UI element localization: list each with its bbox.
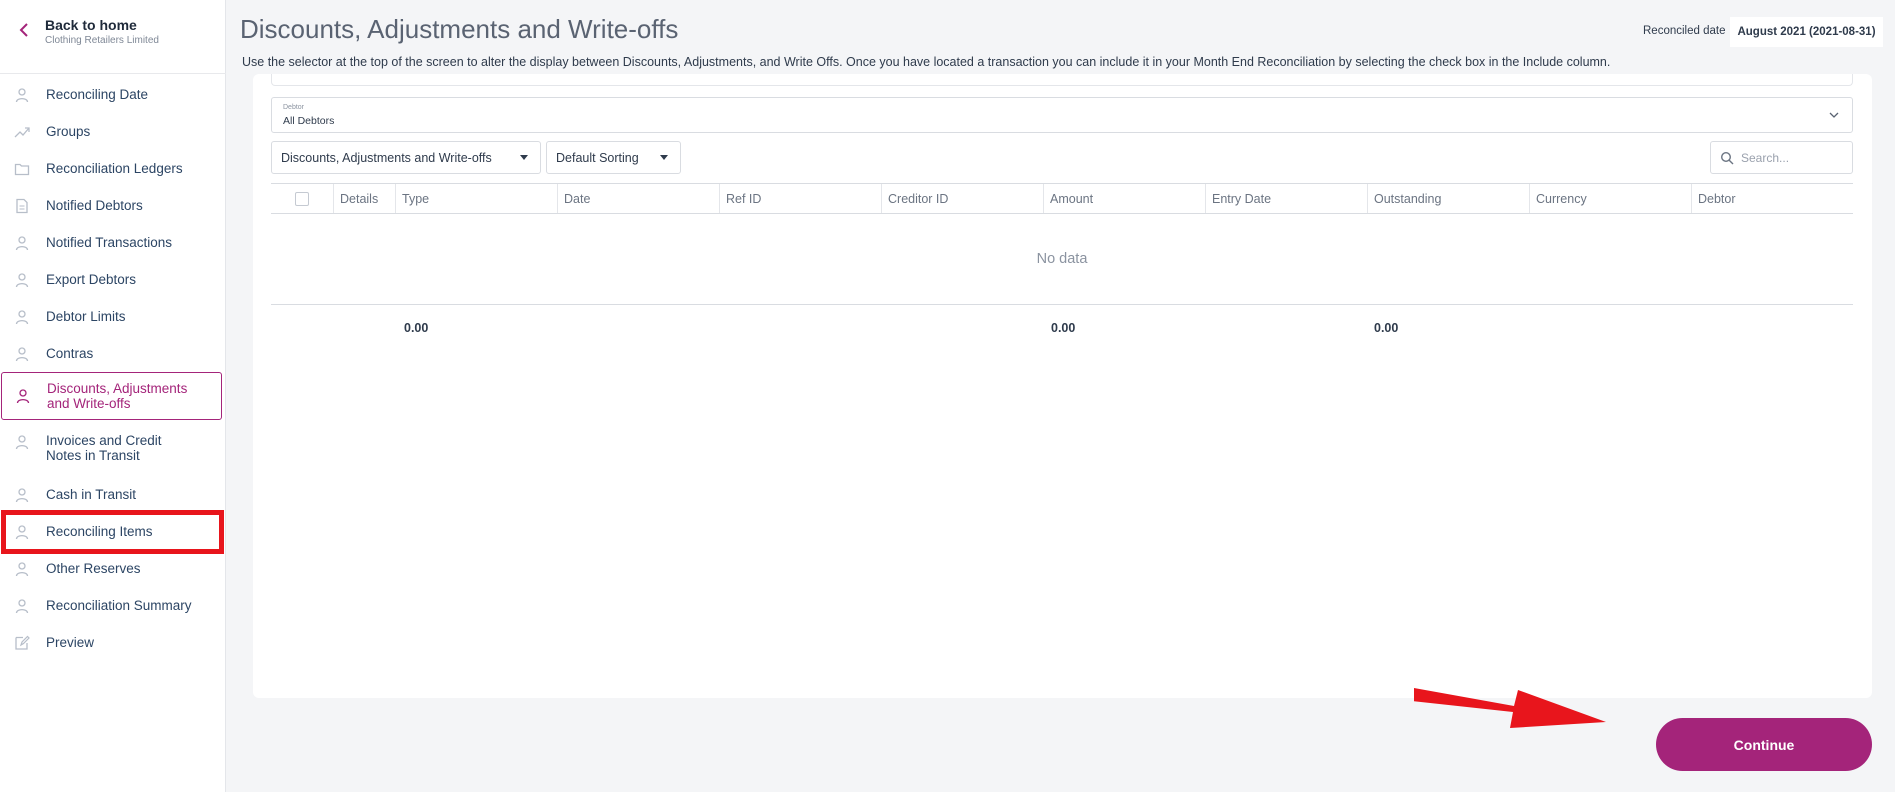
user-icon [15, 272, 29, 287]
annotation-arrow [1414, 688, 1606, 728]
sidebar-item-groups[interactable]: Groups [0, 113, 226, 150]
user-icon [15, 487, 29, 502]
sidebar-item-reconciliation-summary[interactable]: Reconciliation Summary [0, 587, 226, 624]
sidebar-item-notified-transactions[interactable]: Notified Transactions [0, 224, 226, 261]
edit-icon [15, 635, 30, 650]
sidebar-item-label: Groups [46, 124, 91, 139]
transaction-type-value: Discounts, Adjustments and Write-offs [281, 150, 492, 165]
sidebar-item-label: Discounts, Adjustments and Write-offs [47, 381, 188, 411]
sidebar-item-label: Reconciliation Ledgers [46, 161, 183, 176]
folder-icon [14, 163, 30, 175]
back-to-home-link[interactable]: Back to home Clothing Retailers Limited [0, 0, 226, 74]
back-title: Back to home [45, 17, 137, 33]
search-box [1710, 141, 1853, 174]
column-header-currency[interactable]: Currency [1530, 184, 1692, 213]
sidebar-item-cash-in-transit[interactable]: Cash in Transit [0, 476, 226, 513]
sidebar-item-invoices-credit-notes[interactable]: Invoices and Credit Notes in Transit [0, 420, 226, 476]
chevron-left-icon [19, 23, 28, 37]
sidebar-item-notified-debtors[interactable]: Notified Debtors [0, 187, 226, 224]
debtor-select-value: All Debtors [283, 115, 335, 127]
sidebar-item-label: Reconciling Items [46, 524, 153, 539]
user-icon [15, 561, 29, 576]
column-header-amount[interactable]: Amount [1044, 184, 1206, 213]
sidebar-item-label: Other Reserves [46, 561, 141, 576]
sidebar-item-other-reserves[interactable]: Other Reserves [0, 550, 226, 587]
user-icon [16, 389, 30, 404]
sidebar-item-reconciling-date[interactable]: Reconciling Date [0, 76, 226, 113]
user-icon [15, 309, 29, 324]
sidebar-item-label: Contras [46, 346, 94, 361]
sidebar-item-reconciling-items[interactable]: Reconciling Items [0, 513, 226, 550]
trend-icon [14, 126, 30, 137]
column-header-date[interactable]: Date [558, 184, 720, 213]
continue-button[interactable]: Continue [1656, 718, 1872, 771]
sidebar-item-discounts-adjustments[interactable]: Discounts, Adjustments and Write-offs [1, 372, 222, 420]
caret-down-icon [660, 155, 668, 160]
caret-down-icon [520, 155, 528, 160]
table-empty-state: No data [271, 214, 1853, 305]
column-header-creditor-id[interactable]: Creditor ID [882, 184, 1044, 213]
sidebar-item-label: Invoices and Credit Notes in Transit [46, 433, 162, 463]
total-outstanding: 0.00 [1374, 321, 1399, 335]
column-header-debtor[interactable]: Debtor [1692, 184, 1853, 213]
debtor-select[interactable]: Debtor All Debtors [271, 97, 1853, 133]
column-header-ref-id[interactable]: Ref ID [720, 184, 882, 213]
table-header: Details Type Date Ref ID Creditor ID Amo… [271, 183, 1853, 214]
user-icon [15, 524, 29, 539]
sidebar-item-label: Preview [46, 635, 95, 650]
sidebar-item-label: Export Debtors [46, 272, 137, 287]
sidebar: Back to home Clothing Retailers Limited … [0, 0, 226, 792]
debtor-select-label: Debtor [283, 104, 305, 111]
sidebar-item-preview[interactable]: Preview [0, 624, 226, 661]
company-name: Clothing Retailers Limited [45, 35, 159, 46]
sidebar-item-debtor-limits[interactable]: Debtor Limits [0, 298, 226, 335]
column-header-entry-date[interactable]: Entry Date [1206, 184, 1368, 213]
search-icon [1720, 151, 1734, 165]
user-icon [15, 235, 29, 250]
sidebar-item-label: Cash in Transit [46, 487, 137, 502]
sidebar-item-label: Debtor Limits [46, 309, 126, 324]
user-icon [15, 87, 29, 102]
select-all-cell [271, 184, 334, 213]
sidebar-item-export-debtors[interactable]: Export Debtors [0, 261, 226, 298]
chevron-down-icon [1829, 112, 1839, 118]
content-card: Debtor All Debtors Discounts, Adjustment… [253, 74, 1872, 698]
user-icon [15, 435, 29, 450]
reconciled-date-value[interactable]: August 2021 (2021-08-31) [1730, 17, 1883, 47]
reconciled-date-label: Reconciled date [1643, 25, 1726, 37]
sidebar-item-label: Notified Debtors [46, 198, 143, 213]
user-icon [15, 346, 29, 361]
user-icon [15, 598, 29, 613]
page-description: Use the selector at the top of the scree… [242, 55, 1611, 69]
sorting-select[interactable]: Default Sorting [546, 141, 681, 174]
column-header-type[interactable]: Type [396, 184, 558, 213]
sidebar-nav: Reconciling Date Groups Reconciliation L… [0, 76, 226, 661]
sorting-value: Default Sorting [556, 150, 639, 165]
sidebar-item-label: Notified Transactions [46, 235, 173, 250]
sidebar-item-label: Reconciliation Summary [46, 598, 192, 613]
total-type: 0.00 [404, 321, 429, 335]
total-amount: 0.00 [1051, 321, 1076, 335]
sidebar-item-label: Reconciling Date [46, 87, 149, 102]
document-icon [16, 198, 28, 213]
page-title: Discounts, Adjustments and Write-offs [240, 14, 679, 44]
column-header-details[interactable]: Details [334, 184, 396, 213]
sidebar-item-reconciliation-ledgers[interactable]: Reconciliation Ledgers [0, 150, 226, 187]
column-header-outstanding[interactable]: Outstanding [1368, 184, 1530, 213]
collapsed-panel [271, 74, 1853, 86]
transaction-type-select[interactable]: Discounts, Adjustments and Write-offs [271, 141, 541, 174]
sidebar-item-contras[interactable]: Contras [0, 335, 226, 372]
search-input[interactable] [1741, 148, 1846, 168]
select-all-checkbox[interactable] [295, 191, 309, 206]
